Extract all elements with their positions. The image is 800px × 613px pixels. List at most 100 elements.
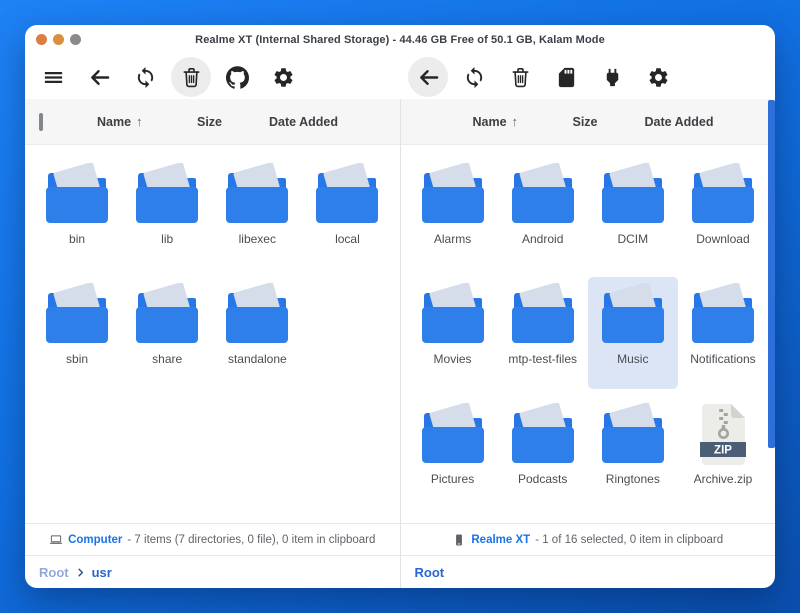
window-title: Realme XT (Internal Shared Storage) - 44… [195,34,605,46]
device-scrollbar-thumb[interactable] [768,100,775,448]
device-link[interactable]: Realme XT [471,534,530,546]
file-item-label: Movies [434,352,472,366]
folder-icon [417,403,489,465]
file-item[interactable]: Notifications [678,277,768,389]
file-item[interactable]: share [122,277,212,389]
computer-icon [49,533,63,547]
refresh-icon [134,66,157,89]
file-item[interactable]: bin [32,157,122,269]
file-item[interactable]: Podcasts [498,397,588,509]
file-item-label: sbin [66,352,88,366]
file-item-label: lib [161,232,173,246]
device-breadcrumb: Root [401,555,776,588]
device-toolbar [400,55,775,99]
file-item-selected[interactable]: Music [588,277,678,389]
local-pane: Name ↑ Size Date Added bin lib libexec l… [25,99,400,588]
local-status-bar: Computer - 7 items (7 directories, 0 fil… [25,523,400,555]
folder-icon [311,163,383,225]
file-item[interactable]: ZIP Archive.zip [678,397,768,509]
file-item-label: Podcasts [518,472,567,486]
local-breadcrumb: Root usr [25,555,400,588]
chevron-right-icon [75,567,86,578]
github-icon [226,66,249,89]
settings-icon [647,66,670,89]
local-column-size[interactable]: Size [181,115,261,129]
device-back-button[interactable] [408,57,448,97]
file-item-label: share [152,352,182,366]
zip-badge-text: ZIP [714,445,732,457]
folder-icon [597,403,669,465]
title-bar: Realme XT (Internal Shared Storage) - 44… [25,25,775,55]
breadcrumb-current[interactable]: Root [415,565,445,580]
local-delete-button[interactable] [171,57,211,97]
file-item-label: Music [617,352,648,366]
folder-icon [687,163,759,225]
traffic-lights [36,34,81,45]
file-item-label: Archive.zip [694,472,753,486]
smartphone-icon [452,533,466,547]
file-item[interactable]: lib [122,157,212,269]
local-column-date-added[interactable]: Date Added [261,115,400,129]
menu-button[interactable] [33,57,73,97]
device-settings-button[interactable] [638,57,678,97]
file-item[interactable]: DCIM [588,157,678,269]
local-file-grid: bin lib libexec local sbin share standal… [25,145,400,523]
refresh-icon [463,66,486,89]
github-button[interactable] [217,57,257,97]
file-item[interactable]: Alarms [408,157,498,269]
local-device-link[interactable]: Computer [68,534,122,546]
file-item[interactable]: Pictures [408,397,498,509]
fullscreen-button[interactable] [70,34,81,45]
local-settings-button[interactable] [263,57,303,97]
breadcrumb-current[interactable]: usr [92,565,112,580]
file-item[interactable]: Ringtones [588,397,678,509]
folder-icon [417,163,489,225]
file-item[interactable]: Android [498,157,588,269]
file-item-label: Ringtones [606,472,660,486]
close-button[interactable] [36,34,47,45]
device-column-date-added[interactable]: Date Added [637,115,776,129]
file-item-label: mtp-test-files [508,352,577,366]
file-item-label: Android [522,232,563,246]
file-item[interactable]: sbin [32,277,122,389]
folder-icon [507,163,579,225]
device-status-text: - 1 of 16 selected, 0 item in clipboard [535,534,723,546]
trash-icon [180,66,203,89]
device-refresh-button[interactable] [454,57,494,97]
minimize-button[interactable] [53,34,64,45]
file-item[interactable]: mtp-test-files [498,277,588,389]
local-select-all-checkbox[interactable] [39,113,43,131]
file-item[interactable]: libexec [212,157,302,269]
file-item-label: DCIM [617,232,648,246]
folder-icon [417,283,489,345]
local-column-name[interactable]: Name ↑ [81,114,181,129]
file-item-label: libexec [239,232,276,246]
local-refresh-button[interactable] [125,57,165,97]
zip-file-icon: ZIP [695,403,751,465]
file-item[interactable]: local [302,157,392,269]
panes-container: Name ↑ Size Date Added bin lib libexec l… [25,99,775,588]
device-column-size[interactable]: Size [557,115,637,129]
disconnect-button[interactable] [592,57,632,97]
breadcrumb-root[interactable]: Root [39,565,69,580]
file-item[interactable]: Download [678,157,768,269]
sort-asc-icon: ↑ [136,114,143,129]
settings-icon [272,66,295,89]
sdcard-icon [555,66,578,89]
local-status-text: - 7 items (7 directories, 0 file), 0 ite… [127,534,375,546]
local-toolbar [25,55,400,99]
back-icon [417,66,440,89]
storage-select-button[interactable] [546,57,586,97]
local-back-button[interactable] [79,57,119,97]
trash-icon [509,66,532,89]
file-item[interactable]: Movies [408,277,498,389]
menu-icon [42,66,65,89]
file-item-label: Notifications [690,352,755,366]
file-item[interactable]: standalone [212,277,302,389]
folder-icon [507,403,579,465]
device-delete-button[interactable] [500,57,540,97]
file-item-label: local [335,232,360,246]
folder-icon [221,163,293,225]
device-list-header: Name ↑ Size Date Added [401,99,776,145]
device-column-name[interactable]: Name ↑ [457,114,557,129]
